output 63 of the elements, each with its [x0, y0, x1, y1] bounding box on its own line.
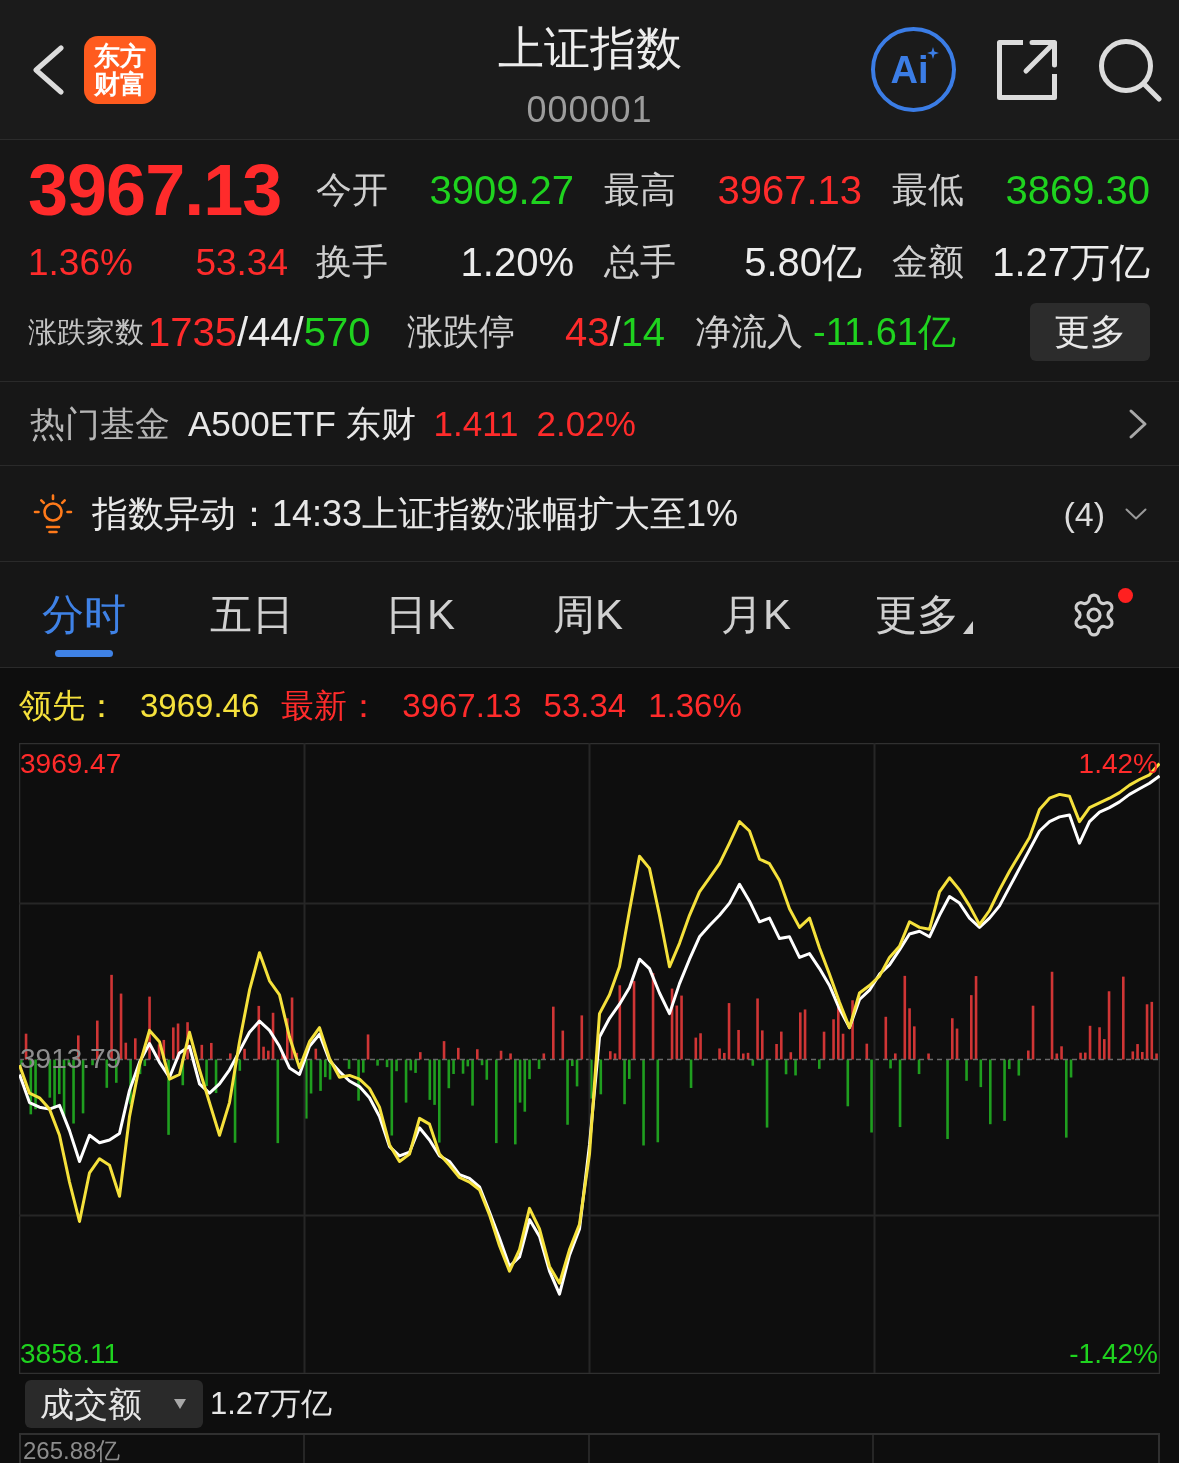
back-icon[interactable]: [30, 44, 66, 95]
stat-value: 1.20%: [460, 242, 574, 282]
sparkle-icon: [927, 47, 939, 59]
axis-label: 3858.11: [20, 1339, 120, 1368]
metric-dropdown[interactable]: 成交额: [25, 1379, 203, 1428]
tab[interactable]: 月K: [721, 594, 791, 636]
tab[interactable]: 更多: [875, 594, 973, 636]
tab[interactable]: 分时: [42, 594, 126, 657]
stat-label: 最低: [892, 172, 964, 208]
stock-code: 000001: [526, 90, 653, 130]
tab[interactable]: 周K: [553, 594, 623, 636]
stat-label: 涨跌家数: [28, 317, 144, 347]
search-icon[interactable]: [1098, 37, 1162, 102]
change-percent: 1.36%: [28, 243, 133, 281]
fund-change: 2.02%: [536, 406, 636, 441]
leading-label: 领先：: [19, 689, 118, 722]
net-inflow-value: -11.61亿: [813, 313, 956, 351]
more-button[interactable]: 更多: [1030, 303, 1150, 361]
stat-value: 1.27万亿: [992, 242, 1150, 282]
sun-icon: [33, 493, 73, 534]
chevron-down-icon[interactable]: [1125, 507, 1147, 520]
fund-name: A500ETF 东财: [188, 406, 416, 441]
fund-price: 1.411: [433, 406, 519, 441]
axis-label: 1.42%: [1078, 749, 1158, 778]
caret-icon: [963, 621, 973, 634]
stat-label: 涨跌停: [407, 314, 515, 350]
stat-label: 今开: [316, 172, 388, 208]
stat-label: 最高: [604, 172, 676, 208]
stat-value: 3909.27: [429, 170, 574, 210]
advance-decline-counts: 1735/44/570: [148, 312, 371, 352]
logo-text: 财富: [94, 69, 146, 98]
leading-value: 3969.46: [140, 689, 260, 722]
axis-label: -1.42%: [1069, 1339, 1158, 1368]
alert-text: 指数异动：14:33上证指数涨幅扩大至1%: [92, 495, 739, 532]
page-title: 上证指数: [497, 22, 682, 74]
volume-total: 1.27万亿: [210, 1388, 333, 1419]
chevron-right-icon: [1128, 407, 1148, 440]
axis-label: 265.88亿: [23, 1439, 121, 1463]
axis-label: 3969.47: [20, 749, 122, 778]
share-icon[interactable]: [996, 38, 1058, 101]
alert-count: (4): [1063, 496, 1105, 531]
current-price: 3967.13: [28, 154, 282, 226]
latest-change-percent: 1.36%: [648, 689, 742, 722]
stat-value: 3869.30: [1005, 170, 1150, 210]
change-amount: 53.34: [195, 243, 288, 281]
stat-label: 净流入: [695, 314, 803, 350]
ai-button[interactable]: Ai: [871, 27, 956, 112]
latest-change: 53.34: [543, 689, 627, 722]
hot-fund-row[interactable]: 热门基金 A500ETF 东财 1.411 2.02%: [0, 382, 1179, 466]
stat-label: 金额: [892, 244, 964, 280]
tab[interactable]: 日K: [385, 594, 455, 636]
index-alert-row[interactable]: 指数异动：14:33上证指数涨幅扩大至1% (4): [0, 466, 1179, 562]
hot-fund-label: 热门基金: [30, 406, 170, 441]
caret-icon: [174, 1398, 186, 1409]
stat-label: 总手: [604, 244, 676, 280]
stat-value: 5.80亿: [744, 242, 862, 282]
stat-label: 换手: [316, 244, 388, 280]
tab[interactable]: 五日: [210, 594, 294, 636]
limit-up-down-counts: 43/14: [565, 312, 666, 352]
logo-text: 东方: [94, 41, 146, 70]
stat-value: 3967.13: [717, 170, 862, 210]
latest-price: 3967.13: [402, 689, 522, 722]
latest-label: 最新：: [281, 689, 381, 722]
